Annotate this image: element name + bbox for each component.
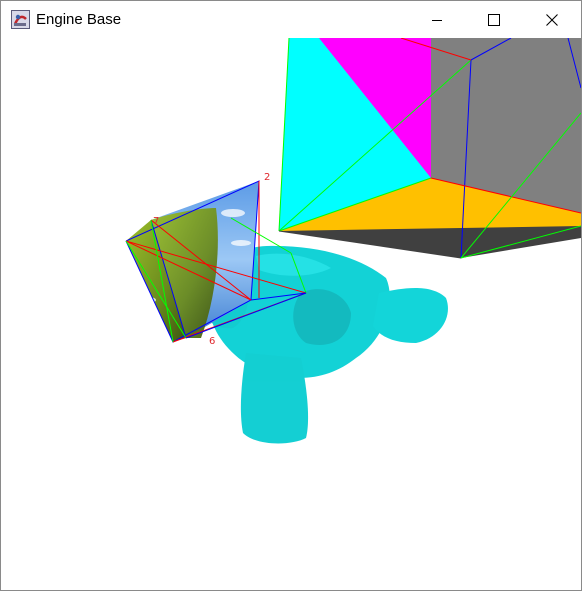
minimize-button[interactable]	[414, 1, 460, 38]
mesh-ear-right	[373, 288, 448, 343]
close-icon	[546, 13, 558, 26]
scene-svg: 2 7 6	[125, 38, 581, 444]
mesh-body	[240, 353, 309, 444]
java-app-icon	[11, 10, 30, 29]
minimize-icon	[432, 19, 442, 21]
vertex-label-6: 6	[209, 336, 215, 347]
close-button[interactable]	[529, 1, 575, 38]
vertex-label-7: 7	[153, 216, 159, 227]
window-title: Engine Base	[36, 11, 122, 28]
vertex-label-2: 2	[264, 172, 270, 183]
title-bar[interactable]: Engine Base	[1, 1, 581, 38]
app-window: Engine Base 2 7 6	[0, 0, 582, 591]
colored-cube	[278, 38, 581, 259]
cloud	[221, 209, 245, 217]
cloud	[231, 240, 251, 246]
render-canvas[interactable]: 2 7 6	[1, 38, 581, 590]
maximize-button[interactable]	[471, 1, 517, 38]
maximize-icon	[488, 13, 500, 26]
